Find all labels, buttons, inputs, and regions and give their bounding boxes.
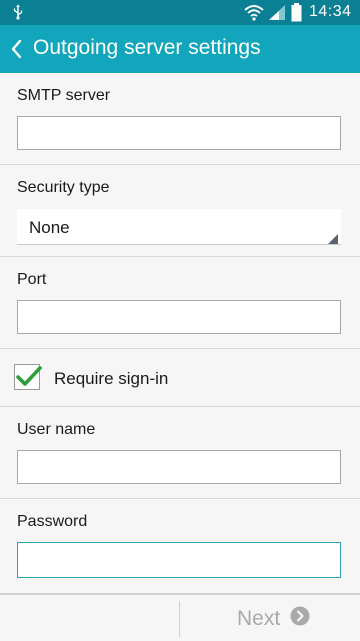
port-input[interactable] bbox=[17, 300, 341, 334]
password-input[interactable] bbox=[17, 542, 341, 578]
security-type-section: Security type None bbox=[0, 165, 360, 257]
app-bar: Outgoing server settings bbox=[0, 25, 360, 73]
back-button[interactable] bbox=[6, 36, 30, 62]
user-name-section: User name bbox=[0, 407, 360, 499]
security-type-dropdown[interactable]: None bbox=[17, 209, 341, 245]
smtp-server-input[interactable] bbox=[17, 116, 341, 150]
require-signin-checkbox[interactable] bbox=[14, 364, 42, 390]
battery-icon bbox=[291, 3, 302, 27]
wifi-icon bbox=[244, 4, 264, 26]
bottom-action-bar: Next bbox=[0, 594, 360, 641]
next-button[interactable]: Next bbox=[237, 605, 310, 633]
password-label: Password bbox=[17, 513, 88, 530]
port-section: Port bbox=[0, 257, 360, 349]
chevron-left-icon bbox=[11, 39, 22, 59]
checkmark-icon bbox=[16, 366, 42, 386]
smtp-server-section: SMTP server bbox=[0, 73, 360, 165]
bottom-bar-divider bbox=[179, 601, 180, 637]
page-title: Outgoing server settings bbox=[33, 36, 261, 59]
user-name-label: User name bbox=[17, 421, 96, 438]
user-name-input[interactable] bbox=[17, 450, 341, 484]
status-bar: 14:34 bbox=[0, 0, 360, 25]
dropdown-corner-icon bbox=[328, 231, 338, 244]
security-type-label: Security type bbox=[17, 179, 110, 196]
port-label: Port bbox=[17, 271, 47, 288]
chevron-right-circle-icon bbox=[290, 606, 310, 632]
smtp-server-label: SMTP server bbox=[17, 87, 111, 104]
next-label: Next bbox=[237, 607, 281, 630]
usb-icon bbox=[12, 4, 24, 25]
security-type-value: None bbox=[29, 218, 70, 237]
password-section: Password bbox=[0, 499, 360, 594]
require-signin-label: Require sign-in bbox=[54, 369, 169, 388]
status-time: 14:34 bbox=[309, 3, 352, 20]
signal-icon bbox=[268, 4, 286, 26]
require-signin-row[interactable]: Require sign-in bbox=[0, 349, 360, 407]
